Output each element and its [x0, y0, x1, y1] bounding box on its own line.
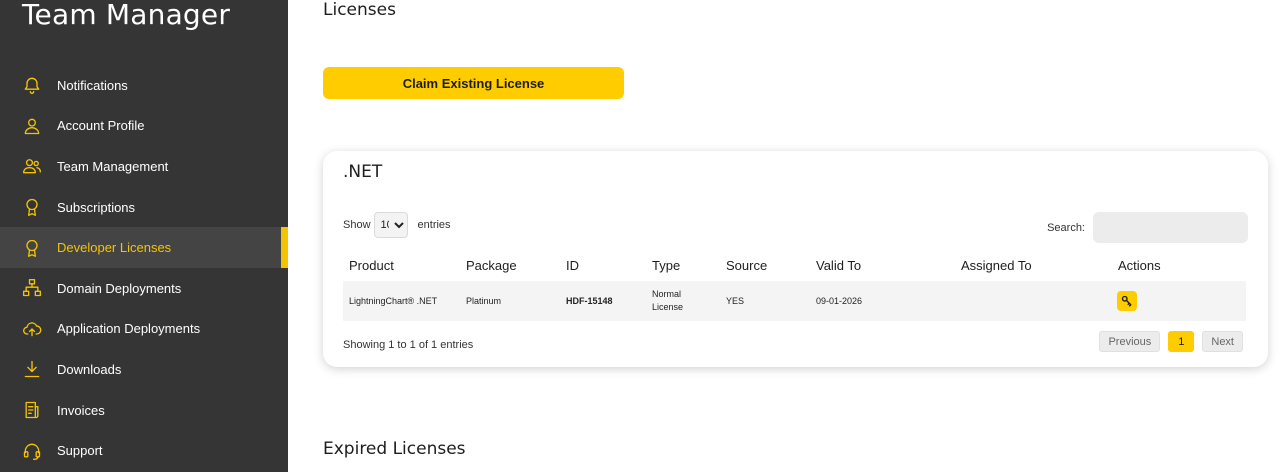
app-title: Team Manager: [22, 0, 231, 31]
sidebar-item-label: Domain Deployments: [57, 280, 182, 296]
column-header-product[interactable]: Product: [343, 249, 460, 281]
sidebar-item-label: Notifications: [57, 77, 128, 93]
previous-page-button[interactable]: Previous: [1099, 331, 1161, 352]
expired-licenses-title: Expired Licenses: [323, 439, 466, 459]
sidebar-item-label: Application Deployments: [57, 321, 201, 337]
sidebar-item-downloads[interactable]: Downloads: [0, 349, 288, 390]
key-icon: [1121, 295, 1132, 307]
users-icon: [22, 156, 42, 176]
sidebar-item-label: Downloads: [57, 361, 122, 377]
show-label: Show: [343, 219, 371, 231]
invoice-icon: [22, 400, 42, 420]
cell-type: Normal License: [646, 281, 720, 321]
sidebar-item-domain-deployments[interactable]: Domain Deployments: [0, 268, 288, 309]
pagination: Previous 1 Next: [1091, 331, 1243, 352]
entries-label: entries: [417, 219, 451, 231]
sitemap-icon: [22, 278, 42, 298]
sidebar-item-support[interactable]: Support: [0, 430, 288, 471]
sidebar-item-label: Account Profile: [57, 118, 145, 134]
sidebar-item-label: Support: [57, 443, 103, 459]
sidebar-item-label: Developer Licenses: [57, 240, 172, 256]
cell-actions: [1112, 281, 1246, 321]
bell-icon: [22, 75, 42, 95]
cell-valid-to: 09-01-2026: [810, 281, 955, 321]
user-icon: [22, 116, 42, 136]
sidebar-item-notifications[interactable]: Notifications: [0, 65, 288, 106]
column-header-source[interactable]: Source: [720, 249, 810, 281]
search-label: Search:: [1047, 221, 1085, 234]
page-1-button[interactable]: 1: [1168, 331, 1195, 352]
cell-package: Platinum: [460, 281, 560, 321]
badge-icon: [22, 238, 42, 258]
sidebar-item-label: Invoices: [57, 402, 105, 418]
page-length-control: Show 10 entries: [343, 212, 451, 238]
column-header-assigned-to[interactable]: Assigned To: [955, 249, 1112, 281]
sidebar-item-application-deployments[interactable]: Application Deployments: [0, 309, 288, 350]
download-icon: [22, 359, 42, 379]
search-control: Search:: [1047, 212, 1248, 243]
key-action-button[interactable]: [1117, 291, 1137, 311]
cell-id: HDF-15148: [560, 281, 646, 321]
sidebar-item-developer-licenses[interactable]: Developer Licenses: [0, 227, 288, 268]
table-info: Showing 1 to 1 of 1 entries: [343, 339, 474, 351]
claim-existing-license-button[interactable]: Claim Existing License: [323, 67, 624, 99]
column-header-type[interactable]: Type: [646, 249, 720, 281]
sidebar-nav: Notifications Account Profile Team Manag…: [0, 65, 288, 471]
sidebar-item-invoices[interactable]: Invoices: [0, 390, 288, 431]
sidebar: Team Manager Notifications Account Profi…: [0, 0, 288, 472]
search-input[interactable]: [1093, 212, 1248, 243]
sidebar-item-label: Subscriptions: [57, 199, 136, 215]
badge-icon: [22, 197, 42, 217]
table-row: LightningChart® .NET Platinum HDF-15148 …: [343, 281, 1246, 321]
sidebar-item-team-management[interactable]: Team Management: [0, 146, 288, 187]
sidebar-item-label: Team Management: [57, 158, 169, 174]
column-header-valid-to[interactable]: Valid To: [810, 249, 955, 281]
sidebar-item-account-profile[interactable]: Account Profile: [0, 106, 288, 147]
column-header-package[interactable]: Package: [460, 249, 560, 281]
card-title: .NET: [343, 162, 383, 182]
license-card: .NET Show 10 entries Search: Product Pac…: [323, 151, 1268, 367]
column-header-actions: Actions: [1118, 257, 1161, 273]
cell-product: LightningChart® .NET: [343, 281, 460, 321]
headset-icon: [22, 441, 42, 461]
next-page-button[interactable]: Next: [1202, 331, 1243, 352]
sidebar-item-subscriptions[interactable]: Subscriptions: [0, 187, 288, 228]
column-header-id[interactable]: ID: [560, 249, 646, 281]
cloud-upload-icon: [22, 319, 42, 339]
table-header-row: Product Package ID Type Source Valid To …: [343, 249, 1246, 281]
cell-source: YES: [720, 281, 810, 321]
page-title: Licenses: [323, 0, 396, 20]
cell-assigned-to: [955, 281, 1112, 321]
licenses-table: Product Package ID Type Source Valid To …: [343, 249, 1246, 321]
page-length-select[interactable]: 10: [373, 212, 408, 238]
